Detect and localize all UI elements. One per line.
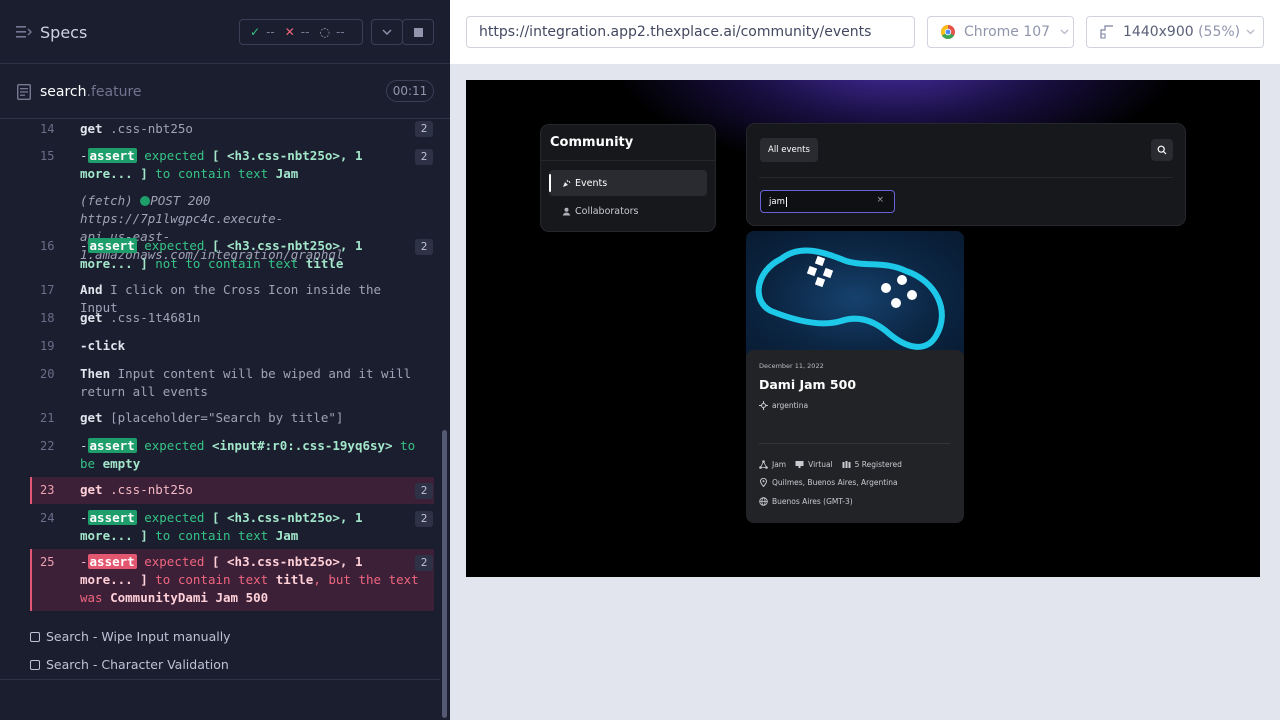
map-pin-icon xyxy=(759,478,768,487)
test-item-wipe-input[interactable]: Search - Wipe Input manually xyxy=(30,629,231,644)
events-panel: All events jam × xyxy=(746,123,1186,226)
command-row[interactable]: 19 -click xyxy=(30,337,434,355)
search-button[interactable] xyxy=(1151,139,1173,161)
aut-header: https://integration.app2.thexplace.ai/co… xyxy=(450,0,1280,64)
search-input[interactable]: jam × xyxy=(760,190,895,213)
reporter-header: Specs ✓ -- ✕ -- ◌ -- xyxy=(0,0,450,64)
chevron-down-icon xyxy=(382,29,392,35)
monitor-icon xyxy=(795,461,804,468)
chevron-down-icon xyxy=(1060,29,1069,35)
test-pending-icon xyxy=(30,659,40,670)
check-icon: ✓ xyxy=(250,25,261,39)
event-card[interactable]: December 11, 2022 Dami Jam 500 argentina… xyxy=(746,231,964,523)
command-row[interactable]: 24 - assert expected [ <h3.css-nbt25o>, 1… xyxy=(30,509,434,545)
event-country: argentina xyxy=(759,401,808,410)
stop-icon xyxy=(413,27,423,37)
failed-count: ✕ -- xyxy=(284,25,310,39)
ruler-icon xyxy=(1100,25,1113,39)
game-controller-icon xyxy=(755,247,945,350)
event-timezone: Buenos Aires (GMT-3) xyxy=(759,497,853,506)
command-row-failed[interactable]: 25 - assert expected [ <h3.css-nbt25o>, 1… xyxy=(30,549,434,611)
stop-button[interactable] xyxy=(402,19,434,45)
nodes-icon xyxy=(759,460,768,469)
aut-panel: https://integration.app2.thexplace.ai/co… xyxy=(450,0,1280,720)
sidebar-item-collaborators[interactable]: Collaborators xyxy=(549,198,707,224)
community-sidebar: Community Events Collaborators xyxy=(540,124,716,232)
chrome-icon xyxy=(941,25,955,39)
globe-icon xyxy=(759,497,768,506)
spec-duration: 00:11 xyxy=(386,80,434,102)
globe-pin-icon xyxy=(759,401,768,410)
user-icon xyxy=(562,207,571,215)
specs-title[interactable]: Specs xyxy=(40,23,87,42)
chevron-down-icon xyxy=(1246,29,1255,35)
spec-file-header: search.feature 00:11 xyxy=(0,64,450,119)
divider xyxy=(759,177,1173,178)
command-row[interactable]: 21 get [placeholder="Search by title"] xyxy=(30,409,434,427)
command-row[interactable]: 14 get .css-nbt25o 2 xyxy=(30,119,434,137)
event-address: Quilmes, Buenos Aires, Argentina xyxy=(759,478,898,487)
search-icon xyxy=(1157,145,1167,155)
spinner-icon: ◌ xyxy=(319,25,330,39)
command-row[interactable]: 18 get .css-1t4681n xyxy=(30,309,434,327)
cross-icon: ✕ xyxy=(284,25,295,39)
url-bar[interactable]: https://integration.app2.thexplace.ai/co… xyxy=(466,16,915,48)
reporter-panel: Specs ✓ -- ✕ -- ◌ -- search.feature 00:11 1… xyxy=(0,0,450,720)
sidebar-item-events[interactable]: Events xyxy=(549,170,707,196)
party-icon xyxy=(563,179,571,187)
event-image xyxy=(746,231,964,354)
divider xyxy=(0,679,440,680)
test-stats: ✓ -- ✕ -- ◌ -- xyxy=(239,19,363,45)
document-icon xyxy=(17,84,31,100)
chevron-down-button[interactable] xyxy=(371,19,403,45)
divider xyxy=(759,443,950,444)
clear-input-icon[interactable]: × xyxy=(876,195,884,205)
fetch-log-row[interactable]: (fetch) POST 200 https://7p1lwgpc4c.exec… xyxy=(30,192,434,262)
command-row[interactable]: 16 - assert expected [ <h3.css-nbt25o>, 1… xyxy=(30,237,434,273)
passed-count: ✓ -- xyxy=(250,25,275,39)
event-title: Dami Jam 500 xyxy=(759,377,857,392)
sidebar-title: Community xyxy=(550,135,634,150)
reporter-scrollbar[interactable] xyxy=(442,430,447,718)
test-pending-icon xyxy=(30,631,40,642)
divider xyxy=(541,160,715,161)
event-meta: Jam Virtual 5 Registered xyxy=(759,460,902,469)
command-row[interactable]: 17 And I click on the Cross Icon inside … xyxy=(30,281,434,315)
specs-list-icon[interactable] xyxy=(16,25,32,39)
tab-all-events[interactable]: All events xyxy=(760,138,818,162)
command-row[interactable]: 15 - assert expected [ <h3.css-nbt25o>, 1… xyxy=(30,147,434,183)
spec-file-name[interactable]: search.feature xyxy=(40,84,142,100)
app-preview: Community Events Collaborators All event… xyxy=(466,80,1260,577)
viewport-selector[interactable]: 1440x900 (55%) xyxy=(1086,16,1264,48)
command-row[interactable]: 22 - assert expected <input#:r0:.css-19yq… xyxy=(30,437,434,473)
test-item-character-validation[interactable]: Search - Character Validation xyxy=(30,657,229,672)
status-dot-icon xyxy=(140,196,151,206)
people-icon xyxy=(842,461,851,468)
text-cursor xyxy=(785,196,787,207)
command-row[interactable]: 20 Then Input content will be wiped and … xyxy=(30,365,434,401)
browser-selector[interactable]: Chrome 107 xyxy=(927,16,1074,48)
pending-count: ◌ -- xyxy=(319,25,345,39)
event-date: December 11, 2022 xyxy=(759,362,824,370)
event-card-body: December 11, 2022 Dami Jam 500 argentina… xyxy=(746,350,964,523)
command-row-failed[interactable]: 23 get .css-nbt25o 2 xyxy=(30,477,434,504)
